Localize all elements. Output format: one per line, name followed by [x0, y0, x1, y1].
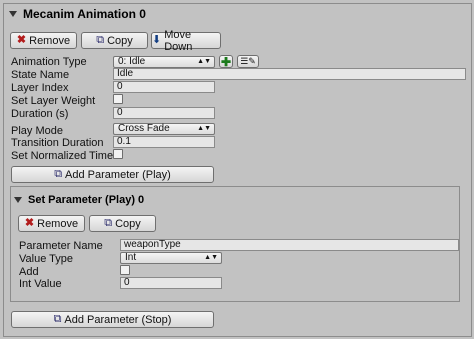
dropdown-arrow-icon: ▲▼: [197, 58, 211, 65]
state-name-label: State Name: [11, 69, 70, 81]
subpanel-foldout[interactable]: Set Parameter (Play) 0: [14, 194, 144, 206]
layer-index-field[interactable]: 0: [113, 81, 215, 93]
list-edit-icon: ☰✎: [240, 56, 256, 66]
animation-type-dropdown[interactable]: 0: Idle ▲▼: [113, 56, 215, 68]
panel-title: Mecanim Animation 0: [23, 7, 146, 21]
animation-type-label: Animation Type: [11, 56, 87, 68]
copy-button[interactable]: ⧉ Copy: [81, 32, 148, 49]
duration-field[interactable]: 0: [113, 107, 215, 119]
int-value-field[interactable]: 0: [120, 277, 222, 289]
red-x-icon: ✖: [16, 34, 27, 46]
edit-list-button[interactable]: ☰✎: [237, 55, 259, 68]
red-x-icon: ✖: [24, 217, 35, 229]
remove-button[interactable]: ✖ Remove: [10, 32, 77, 49]
state-name-field[interactable]: Idle: [113, 68, 466, 80]
parameter-name-field[interactable]: weaponType: [120, 239, 459, 251]
add-parameter-icon: ⧉: [54, 168, 63, 180]
set-layer-weight-label: Set Layer Weight: [11, 95, 96, 107]
parameter-name-label: Parameter Name: [19, 240, 103, 252]
add-parameter-stop-button[interactable]: ⧉ Add Parameter (Stop): [11, 311, 214, 328]
subpanel-copy-button[interactable]: ⧉ Copy: [89, 215, 156, 232]
dropdown-arrow-icon: ▲▼: [197, 125, 211, 132]
int-value-label: Int Value: [19, 278, 62, 290]
add-checkbox[interactable]: [120, 265, 130, 275]
down-arrow-icon: ⬇: [152, 34, 162, 46]
copy-icon: ⧉: [104, 217, 113, 229]
value-type-dropdown[interactable]: Int ▲▼: [120, 252, 222, 264]
move-down-button[interactable]: ⬇ Move Down: [151, 29, 221, 53]
foldout-triangle-icon: [14, 197, 22, 203]
subpanel-remove-button[interactable]: ✖ Remove: [18, 215, 85, 232]
set-layer-weight-checkbox[interactable]: [113, 94, 123, 104]
play-mode-dropdown[interactable]: Cross Fade ▲▼: [113, 123, 215, 135]
layer-index-label: Layer Index: [11, 82, 69, 94]
plus-icon: ✚: [220, 54, 232, 69]
dropdown-arrow-icon: ▲▼: [204, 254, 218, 261]
duration-label: Duration (s): [11, 108, 69, 120]
set-normalized-time-label: Set Normalized Time: [11, 150, 114, 162]
add-icon-button[interactable]: ✚: [219, 54, 233, 69]
copy-icon: ⧉: [96, 34, 105, 46]
subpanel-title: Set Parameter (Play) 0: [28, 194, 145, 206]
panel-foldout[interactable]: Mecanim Animation 0: [9, 7, 146, 21]
set-normalized-time-checkbox[interactable]: [113, 149, 123, 159]
value-type-label: Value Type: [19, 253, 74, 265]
add-label: Add: [19, 266, 39, 278]
add-parameter-play-button[interactable]: ⧉ Add Parameter (Play): [11, 166, 214, 183]
play-mode-label: Play Mode: [11, 125, 63, 137]
add-parameter-icon: ⧉: [53, 313, 62, 325]
foldout-triangle-icon: [9, 11, 17, 17]
transition-duration-field[interactable]: 0.1: [113, 136, 215, 148]
transition-duration-label: Transition Duration: [11, 137, 104, 149]
